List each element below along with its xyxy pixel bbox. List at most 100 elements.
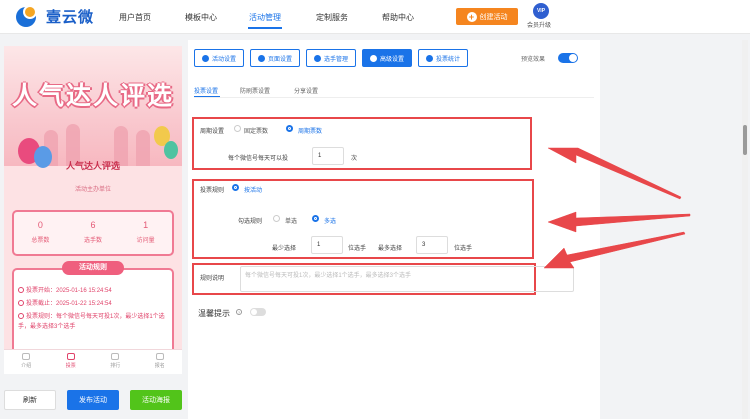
- vote-icon: [66, 353, 75, 360]
- event-host: 活动主办单位: [74, 187, 111, 193]
- plus-icon: +: [466, 11, 477, 22]
- info-icon: [18, 313, 24, 319]
- stat-label: 总票数: [31, 238, 50, 244]
- check-rule-label: 勾选规则: [238, 219, 263, 225]
- intro-icon: [22, 353, 31, 360]
- stat-value: 6: [90, 220, 96, 230]
- rule-text: 投票开始：2025-01-16 15:24:54: [26, 288, 112, 294]
- stat-value: 0: [37, 220, 43, 230]
- settings-icon: [201, 54, 209, 62]
- ranking-icon: [111, 353, 120, 360]
- tab-label: 报名: [154, 363, 165, 369]
- nav-item-activity-manage[interactable]: 活动管理: [249, 12, 281, 23]
- toolbar-label: 页面设置: [267, 56, 292, 63]
- toolbar-label: 投票统计: [435, 56, 460, 63]
- banner-title: 人气达人评选: [11, 81, 174, 110]
- fixed-votes-radio[interactable]: [234, 125, 241, 132]
- advanced-settings-button[interactable]: 高级设置: [362, 49, 412, 67]
- tab-intro[interactable]: 介绍: [4, 350, 49, 374]
- cycle-votes-option[interactable]: 周期票数: [298, 126, 322, 135]
- top-navbar: 壹云微 用户首页 模板中心 活动管理 定制服务 帮助中心 + 创建活动 VIP …: [0, 0, 750, 34]
- nav-active-indicator: [248, 27, 282, 29]
- create-activity-label: 创建活动: [479, 13, 508, 21]
- poster-button[interactable]: 活动海报: [130, 390, 182, 410]
- rule-text: 投票规则：每个微信号每天可投1次，最少选择1个选手，最多选择3个选手: [18, 314, 165, 330]
- stat-value: 1: [143, 220, 149, 230]
- settings-panel: 活动设置 页面设置 选手管理 高级设置 投票统计 预览效果 投票设置 防刷票设置…: [188, 40, 600, 419]
- logo-icon: [16, 5, 42, 27]
- stat-total-votes: 0 总票数: [14, 212, 67, 254]
- tab-vote[interactable]: 投票: [49, 350, 94, 374]
- tab-ranking[interactable]: 排行: [93, 350, 138, 374]
- stat-label: 访问量: [136, 238, 155, 244]
- help-icon[interactable]: ?: [236, 309, 242, 315]
- stats-panel: 0 总票数 6 选手数 1 访问量: [12, 210, 174, 256]
- toolbar-label: 高级设置: [379, 56, 404, 63]
- single-choice-option[interactable]: 单选: [285, 216, 297, 225]
- max-select-unit: 位选手: [454, 246, 473, 252]
- rule-desc-label: 规则说明: [200, 276, 225, 282]
- page-settings-button[interactable]: 页面设置: [250, 49, 300, 67]
- tab-label: 介绍: [21, 363, 32, 369]
- by-activity-option[interactable]: 按活动: [244, 185, 262, 194]
- cycle-settings-label: 周期设置: [200, 129, 225, 135]
- fixed-votes-option[interactable]: 固定票数: [244, 126, 268, 135]
- warm-tip-label: 温馨提示: [198, 309, 230, 318]
- contestant-manage-button[interactable]: 选手管理: [306, 49, 356, 67]
- vip-upgrade[interactable]: VIP 会员升级: [527, 3, 553, 33]
- scrollbar-thumb[interactable]: [743, 125, 747, 155]
- vote-stats-button[interactable]: 投票统计: [418, 49, 468, 67]
- per-wechat-label: 每个微信号每天可以投: [228, 156, 289, 162]
- single-choice-radio[interactable]: [273, 215, 280, 222]
- preview-toggle[interactable]: [558, 53, 578, 63]
- tab-signup[interactable]: 报名: [138, 350, 183, 374]
- publish-button[interactable]: 发布活动: [67, 390, 119, 410]
- per-wechat-input[interactable]: 1: [312, 147, 344, 165]
- preview-toggle-label: 预览效果: [521, 57, 546, 63]
- activity-settings-button[interactable]: 活动设置: [194, 49, 244, 67]
- clock-icon: [18, 287, 24, 293]
- rule-line: 投票开始：2025-01-16 15:24:54: [18, 286, 168, 296]
- min-select-input[interactable]: 1: [311, 236, 343, 254]
- chart-icon: [425, 54, 433, 62]
- refresh-button[interactable]: 刷新: [4, 390, 56, 410]
- brand-logo[interactable]: 壹云微: [16, 5, 94, 27]
- rule-line: 投票截止：2025-01-22 15:24:54: [18, 299, 168, 309]
- nav-item-home[interactable]: 用户首页: [119, 12, 151, 23]
- subtab-divider: [194, 97, 594, 98]
- rule-line: 投票规则：每个微信号每天可投1次，最少选择1个选手，最多选择3个选手: [18, 312, 168, 332]
- by-activity-radio[interactable]: [232, 184, 239, 191]
- per-wechat-unit: 次: [351, 156, 358, 162]
- nav-item-templates[interactable]: 模板中心: [185, 12, 217, 23]
- multi-choice-radio[interactable]: [312, 215, 319, 222]
- preview-tabbar: 介绍 投票 排行 报名: [4, 349, 182, 374]
- cycle-votes-radio[interactable]: [286, 125, 293, 132]
- tab-label: 投票: [65, 363, 76, 369]
- vip-badge-icon: VIP: [533, 3, 549, 19]
- nav-item-help[interactable]: 帮助中心: [382, 12, 414, 23]
- subtab-share[interactable]: 分享设置: [294, 86, 318, 95]
- scrollbar-track[interactable]: [742, 40, 748, 419]
- subtab-anti-fraud[interactable]: 防刷票设置: [240, 86, 270, 95]
- min-select-label: 最少选择: [272, 246, 297, 252]
- max-select-label: 最多选择: [378, 246, 403, 252]
- preview-banner: 人气达人评选: [4, 46, 182, 168]
- event-name: 人气达人评选: [65, 161, 120, 171]
- advanced-icon: [369, 54, 377, 62]
- rule-desc-textarea[interactable]: 每个微信号每天可投1次，最少选择1个选手，最多选择3个选手: [240, 266, 574, 292]
- warm-tip-toggle[interactable]: [250, 308, 266, 316]
- subtab-vote-settings[interactable]: 投票设置: [194, 86, 218, 95]
- rules-title: 活动规则: [62, 261, 124, 275]
- rule-text: 投票截止：2025-01-22 15:24:54: [26, 301, 112, 307]
- nav-item-custom-service[interactable]: 定制服务: [316, 12, 348, 23]
- stat-contestants: 6 选手数: [67, 212, 120, 254]
- signup-icon: [155, 353, 164, 360]
- max-select-input[interactable]: 3: [416, 236, 448, 254]
- balloon-decoration: [164, 141, 178, 159]
- clock-icon: [18, 300, 24, 306]
- multi-choice-option[interactable]: 多选: [324, 216, 336, 225]
- create-activity-button[interactable]: + 创建活动: [456, 8, 518, 25]
- stat-label: 选手数: [84, 238, 103, 244]
- subtab-active-indicator: [194, 96, 220, 97]
- tab-label: 排行: [110, 363, 121, 369]
